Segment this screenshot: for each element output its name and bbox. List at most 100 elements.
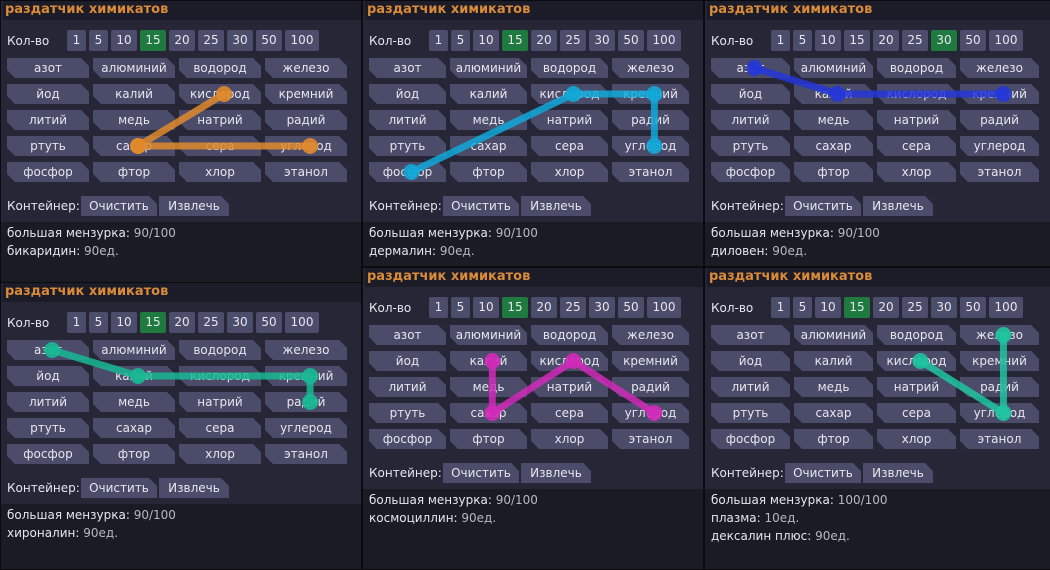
chem-button-фтор[interactable]: фтор [450,162,527,182]
chem-button-сера[interactable]: сера [531,136,608,156]
chem-button-ртуть[interactable]: ртуть [7,418,89,438]
extract-button[interactable]: Извлечь [159,196,229,216]
chem-button-водород[interactable]: водород [179,340,261,360]
amount-button-15[interactable]: 15 [844,30,870,51]
clear-button[interactable]: Очистить [785,463,861,483]
chem-button-медь[interactable]: медь [450,110,527,130]
amount-button-50[interactable]: 50 [960,30,986,51]
amount-button-30[interactable]: 30 [589,297,615,318]
chem-button-водород[interactable]: водород [877,58,956,78]
amount-button-20[interactable]: 20 [873,30,899,51]
amount-button-1[interactable]: 1 [429,30,448,51]
chem-button-азот[interactable]: азот [7,340,89,360]
amount-button-25[interactable]: 25 [198,30,224,51]
clear-button[interactable]: Очистить [443,463,519,483]
amount-button-5[interactable]: 5 [89,30,108,51]
chem-button-хлор[interactable]: хлор [877,162,956,182]
chem-button-литий[interactable]: литий [711,377,790,397]
chem-button-сахар[interactable]: сахар [93,136,175,156]
amount-button-25[interactable]: 25 [560,30,586,51]
chem-button-сахар[interactable]: сахар [794,136,873,156]
amount-button-5[interactable]: 5 [793,297,812,318]
extract-button[interactable]: Извлечь [863,463,933,483]
chem-button-натрий[interactable]: натрий [531,377,608,397]
chem-button-сера[interactable]: сера [179,136,261,156]
amount-button-20[interactable]: 20 [531,297,557,318]
chem-button-литий[interactable]: литий [7,110,89,130]
chem-button-азот[interactable]: азот [369,58,446,78]
chem-button-углерод[interactable]: углерод [960,403,1039,423]
amount-button-1[interactable]: 1 [67,30,86,51]
chem-button-фтор[interactable]: фтор [93,162,175,182]
chem-button-водород[interactable]: водород [531,325,608,345]
amount-button-30[interactable]: 30 [227,312,253,333]
chem-button-фтор[interactable]: фтор [794,162,873,182]
chem-button-калий[interactable]: калий [450,84,527,104]
chem-button-натрий[interactable]: натрий [877,377,956,397]
chem-button-углерод[interactable]: углерод [265,136,347,156]
chem-button-калий[interactable]: калий [93,366,175,386]
amount-button-10[interactable]: 10 [815,297,841,318]
chem-button-кислород[interactable]: кислород [531,84,608,104]
amount-button-30[interactable]: 30 [227,30,253,51]
chem-button-кислород[interactable]: кислород [877,351,956,371]
amount-button-100[interactable]: 100 [647,297,681,318]
chem-button-литий[interactable]: литий [711,110,790,130]
chem-button-ртуть[interactable]: ртуть [7,136,89,156]
amount-button-15[interactable]: 15 [844,297,870,318]
amount-button-5[interactable]: 5 [451,30,470,51]
chem-button-сахар[interactable]: сахар [450,403,527,423]
extract-button[interactable]: Извлечь [159,478,229,498]
chem-button-кислород[interactable]: кислород [179,366,261,386]
amount-button-1[interactable]: 1 [771,297,790,318]
amount-button-50[interactable]: 50 [960,297,986,318]
chem-button-кислород[interactable]: кислород [877,84,956,104]
amount-button-50[interactable]: 50 [256,30,282,51]
chem-button-сахар[interactable]: сахар [794,403,873,423]
amount-button-15[interactable]: 15 [502,30,528,51]
chem-button-радий[interactable]: радий [960,110,1039,130]
chem-button-этанол[interactable]: этанол [612,162,689,182]
amount-button-100[interactable]: 100 [989,30,1023,51]
chem-button-этанол[interactable]: этанол [960,162,1039,182]
chem-button-этанол[interactable]: этанол [960,429,1039,449]
chem-button-калий[interactable]: калий [794,351,873,371]
chem-button-фтор[interactable]: фтор [794,429,873,449]
chem-button-хлор[interactable]: хлор [179,162,261,182]
chem-button-хлор[interactable]: хлор [877,429,956,449]
amount-button-15[interactable]: 15 [502,297,528,318]
chem-button-фосфор[interactable]: фосфор [711,429,790,449]
chem-button-фосфор[interactable]: фосфор [369,429,446,449]
chem-button-кислород[interactable]: кислород [531,351,608,371]
amount-button-10[interactable]: 10 [111,30,137,51]
chem-button-медь[interactable]: медь [93,392,175,412]
chem-button-кремний[interactable]: кремний [265,366,347,386]
amount-button-100[interactable]: 100 [989,297,1023,318]
amount-button-50[interactable]: 50 [618,297,644,318]
chem-button-хлор[interactable]: хлор [531,162,608,182]
chem-button-ртуть[interactable]: ртуть [369,403,446,423]
chem-button-кремний[interactable]: кремний [960,351,1039,371]
amount-button-30[interactable]: 30 [589,30,615,51]
amount-button-100[interactable]: 100 [285,30,319,51]
chem-button-водород[interactable]: водород [179,58,261,78]
chem-button-сера[interactable]: сера [877,403,956,423]
chem-button-азот[interactable]: азот [711,325,790,345]
chem-button-железо[interactable]: железо [960,325,1039,345]
amount-button-20[interactable]: 20 [873,297,899,318]
amount-button-25[interactable]: 25 [198,312,224,333]
chem-button-фосфор[interactable]: фосфор [711,162,790,182]
chem-button-ртуть[interactable]: ртуть [369,136,446,156]
chem-button-медь[interactable]: медь [794,110,873,130]
chem-button-радий[interactable]: радий [612,377,689,397]
amount-button-1[interactable]: 1 [771,30,790,51]
chem-button-азот[interactable]: азот [7,58,89,78]
chem-button-фтор[interactable]: фтор [450,429,527,449]
amount-button-20[interactable]: 20 [169,312,195,333]
amount-button-1[interactable]: 1 [429,297,448,318]
chem-button-углерод[interactable]: углерод [265,418,347,438]
chem-button-алюминий[interactable]: алюминий [93,340,175,360]
amount-button-25[interactable]: 25 [902,297,928,318]
chem-button-алюминий[interactable]: алюминий [794,58,873,78]
chem-button-алюминий[interactable]: алюминий [794,325,873,345]
